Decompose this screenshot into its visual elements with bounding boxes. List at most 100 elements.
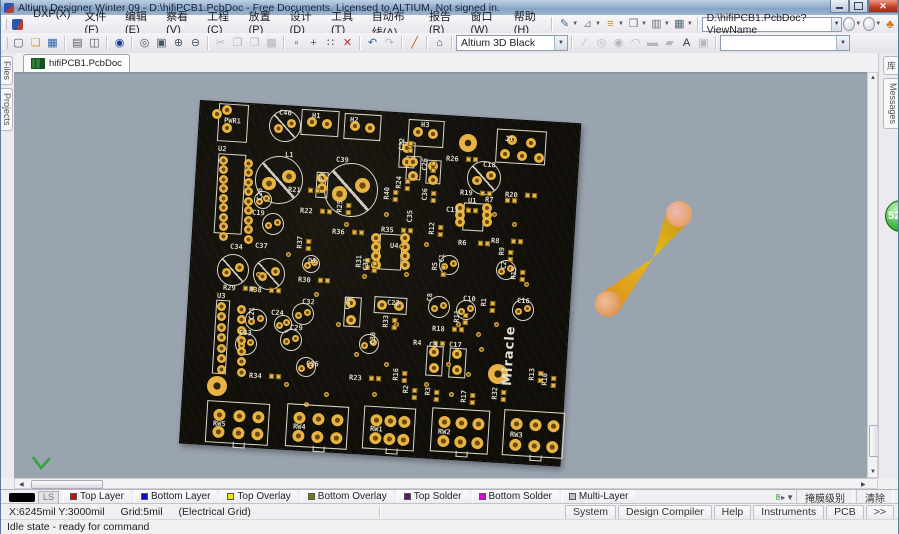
- status-button-system[interactable]: System: [565, 505, 616, 520]
- maximize-button[interactable]: [849, 0, 868, 13]
- place-pad-icon[interactable]: ◎: [593, 36, 610, 51]
- right-panel-tab-1[interactable]: Messages: [883, 78, 898, 129]
- toolbar-grip2[interactable]: [3, 37, 8, 49]
- dxp-logo-icon[interactable]: [12, 19, 23, 30]
- snap-caret-icon[interactable]: ▸: [781, 493, 785, 502]
- document-tab[interactable]: hifiPCB1.PcbDoc: [23, 54, 130, 72]
- utilities-toolbar-icon[interactable]: ⊿: [579, 17, 596, 32]
- layer-tab-top-overlay[interactable]: Top Overlay: [220, 490, 300, 504]
- undo-icon[interactable]: ↶: [364, 36, 381, 51]
- back-button[interactable]: [843, 17, 855, 31]
- utilities-toolbar-icon-dropdown[interactable]: ▼: [595, 21, 601, 27]
- smd-pad-pair: [372, 261, 378, 273]
- paste-icon[interactable]: ❒: [246, 36, 263, 51]
- grid-toolbar-icon[interactable]: ▦: [671, 17, 688, 32]
- back-dropdown-icon[interactable]: ▼: [855, 21, 861, 27]
- cut-icon[interactable]: ✂: [212, 36, 229, 51]
- layer-tab-multi-layer[interactable]: Multi-Layer: [562, 490, 638, 504]
- interactive-routing-icon[interactable]: ∕: [576, 36, 593, 51]
- view-config-combo[interactable]: Altium 3D Black ▼: [456, 35, 568, 51]
- wiring-toolbar-icon[interactable]: ✎: [556, 17, 573, 32]
- scroll-down-icon[interactable]: ▼: [870, 469, 876, 475]
- status-button-instruments[interactable]: Instruments: [753, 505, 824, 520]
- place-polygon-icon[interactable]: ▰: [661, 36, 678, 51]
- pcb-board[interactable]: RW5RW4RW1RW2RW3PWR1C40H1H2H3J1C22R24C26R…: [194, 94, 594, 478]
- designator-c24: C24: [271, 310, 284, 318]
- layer-tab-bottom-overlay[interactable]: Bottom Overlay: [301, 490, 397, 504]
- paste-array-icon[interactable]: ▩: [263, 36, 280, 51]
- layer-tab-top-solder[interactable]: Top Solder: [397, 490, 472, 504]
- place-arc-icon[interactable]: ◠: [627, 36, 644, 51]
- left-panel-strip: Files Projects: [1, 53, 15, 478]
- place-fill-icon[interactable]: ▬: [644, 36, 661, 51]
- move-selection-icon[interactable]: +: [305, 36, 322, 51]
- floating-3d-component[interactable]: [591, 197, 703, 325]
- designator-c40: C40: [279, 110, 292, 118]
- forward-button[interactable]: [863, 17, 875, 31]
- snap-level-indicator[interactable]: 8: [776, 493, 780, 502]
- scroll-up-icon[interactable]: ▲: [870, 75, 876, 81]
- empty-combo[interactable]: ▼: [720, 35, 850, 51]
- horizontal-scrollbar[interactable]: ◀ ▶: [14, 478, 878, 489]
- copy-icon[interactable]: ❐: [229, 36, 246, 51]
- placement-toolbar-icon[interactable]: ▥: [648, 17, 665, 32]
- status-button-pcb[interactable]: PCB: [826, 505, 864, 520]
- plant-icon[interactable]: ♣: [886, 17, 894, 31]
- layer-tab-bottom-solder[interactable]: Bottom Solder: [472, 490, 562, 504]
- zoom-document-icon[interactable]: ◎: [136, 36, 153, 51]
- redo-icon[interactable]: ↷: [381, 36, 398, 51]
- active-layer-swatch[interactable]: [9, 493, 35, 502]
- designator-r38: R38: [249, 287, 262, 295]
- placement-toolbar-icon-dropdown[interactable]: ▼: [664, 21, 670, 27]
- find-selection-toolbar-icon-dropdown[interactable]: ▼: [641, 21, 647, 27]
- find-selection-toolbar-icon[interactable]: ❐: [625, 17, 642, 32]
- print-preview-icon[interactable]: ◫: [86, 36, 103, 51]
- empty-combo-dropdown-icon[interactable]: ▼: [836, 36, 849, 50]
- view-combo-dropdown-icon[interactable]: ▼: [554, 36, 567, 50]
- zoom-out-icon[interactable]: ⊖: [187, 36, 204, 51]
- grid-toolbar-icon-dropdown[interactable]: ▼: [687, 21, 693, 27]
- view-3d-icon[interactable]: ◉: [111, 36, 128, 51]
- zoom-in-icon[interactable]: ⊕: [170, 36, 187, 51]
- status-button-help[interactable]: Help: [714, 505, 752, 520]
- through-hole-pad: [428, 129, 438, 139]
- relay-pad: [212, 425, 225, 438]
- place-component-icon[interactable]: ▣: [695, 36, 712, 51]
- open-document-icon[interactable]: ❏: [27, 36, 44, 51]
- right-panel-tab-0[interactable]: 库: [883, 56, 898, 75]
- component-pad: [295, 312, 302, 319]
- save-document-icon[interactable]: ▦: [44, 36, 61, 51]
- forward-dropdown-icon[interactable]: ▼: [875, 21, 881, 27]
- pcb-viewport[interactable]: RW5RW4RW1RW2RW3PWR1C40H1H2H3J1C22R24C26R…: [14, 72, 867, 478]
- layer-sets-button[interactable]: LS: [38, 491, 59, 504]
- heal-tool-icon[interactable]: ╱: [406, 36, 423, 51]
- alignment-toolbar-icon-dropdown[interactable]: ▼: [618, 21, 624, 27]
- close-button[interactable]: ✕: [868, 0, 898, 13]
- alignment-toolbar-icon[interactable]: ≡: [602, 17, 619, 32]
- new-document-icon[interactable]: ▢: [10, 36, 27, 51]
- zoom-area-icon[interactable]: ▣: [153, 36, 170, 51]
- print-icon[interactable]: ▤: [69, 36, 86, 51]
- left-panel-tab-projects[interactable]: Projects: [1, 88, 13, 131]
- place-string-icon[interactable]: A: [678, 36, 695, 51]
- browse-library-icon[interactable]: ⌂: [431, 36, 448, 51]
- select-area-icon[interactable]: ▫: [288, 36, 305, 51]
- minimize-button[interactable]: [830, 0, 849, 13]
- status-button-designcompiler[interactable]: Design Compiler: [618, 505, 712, 520]
- mask-dropdown-icon[interactable]: ▼: [786, 493, 794, 502]
- toolbar-grip[interactable]: [3, 18, 7, 30]
- combo-dropdown-icon[interactable]: ▼: [831, 18, 842, 31]
- status-button-[interactable]: >>: [866, 505, 894, 520]
- scroll-right-icon[interactable]: ▶: [861, 481, 866, 488]
- wiring-toolbar-icon-dropdown[interactable]: ▼: [572, 21, 578, 27]
- horizontal-scroll-thumb[interactable]: [31, 480, 103, 489]
- left-panel-tab-files[interactable]: Files: [1, 56, 13, 85]
- adjust-selection-icon[interactable]: ∷: [322, 36, 339, 51]
- layer-tab-top-layer[interactable]: Top Layer: [63, 490, 134, 504]
- scroll-left-icon[interactable]: ◀: [19, 481, 24, 488]
- clear-filter-icon[interactable]: ✕: [339, 36, 356, 51]
- place-via-icon[interactable]: ◉: [610, 36, 627, 51]
- vertical-scrollbar[interactable]: ▲ ▼: [867, 72, 878, 478]
- layer-tab-bottom-layer[interactable]: Bottom Layer: [134, 490, 220, 504]
- document-path-combo[interactable]: D:\hifiPCB1.PcbDoc?ViewName ▼: [702, 17, 843, 32]
